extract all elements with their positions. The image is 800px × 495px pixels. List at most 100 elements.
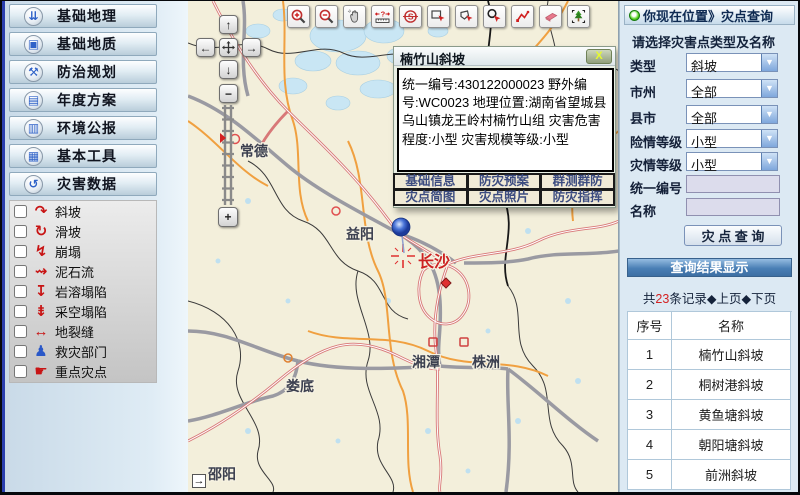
sidebar-item-basic-geography[interactable]: ⇊ 基础地理 xyxy=(9,4,157,28)
draw-line-button[interactable] xyxy=(511,5,534,28)
column-header-no: 序号 xyxy=(628,312,672,340)
layer-checkbox-karst-collapse[interactable] xyxy=(14,285,27,298)
layer-label: 泥石流 xyxy=(55,262,94,281)
table-row[interactable]: 2 桐树港斜坡 xyxy=(628,370,792,400)
popup-prevention-plan-button[interactable]: 防灾预案 xyxy=(467,173,542,190)
gis-application-window: ⇊ 基础地理 ▣ 基础地质 ⚒ 防治规划 ▤ 年度方案 ▥ 环境公报 ▦ 基本工… xyxy=(0,0,800,495)
name-input[interactable] xyxy=(686,198,780,216)
zoom-in-step-button[interactable]: + xyxy=(218,207,238,227)
county-select[interactable]: 全部 ▼ xyxy=(686,105,778,124)
popup-basic-info-button[interactable]: 基础信息 xyxy=(393,173,468,190)
zoom-out-button[interactable] xyxy=(315,5,338,28)
scale-circle-icon: S xyxy=(402,8,419,25)
eraser-button[interactable] xyxy=(539,5,562,28)
row-name: 朝阳塘斜坡 xyxy=(672,430,791,460)
zoom-out-step-button[interactable]: − xyxy=(219,84,238,103)
pan-button[interactable] xyxy=(343,5,366,28)
sidebar-item-label: 年度方案 xyxy=(57,90,117,110)
popup-command-button[interactable]: 防灾指挥 xyxy=(540,189,615,206)
panel-instruction: 请选择灾害点类型及名称 xyxy=(632,32,775,51)
full-extent-button[interactable] xyxy=(567,5,590,28)
table-row[interactable]: 5 前洲斜坡 xyxy=(628,460,792,490)
svg-text:?: ? xyxy=(381,9,386,18)
sidebar-item-basic-geology[interactable]: ▣ 基础地质 xyxy=(9,32,157,56)
sidebar-item-label: 防治规划 xyxy=(57,62,117,82)
arrow-up-icon: ↑ xyxy=(226,19,232,31)
sidebar-item-environment-bulletin[interactable]: ▥ 环境公报 xyxy=(9,116,157,140)
field-label-unified-id: 统一编号 xyxy=(630,178,684,197)
measure-distance-button[interactable]: ? xyxy=(371,5,394,28)
column-header-name: 名称 xyxy=(672,312,791,340)
query-panel: 你现在位置》 灾点查询 请选择灾害点类型及名称 类型 斜坡 ▼ 市州 全部 ▼ … xyxy=(619,1,798,492)
pan-left-button[interactable]: ← xyxy=(196,38,215,57)
table-row[interactable]: 1 楠竹山斜坡 xyxy=(628,340,792,370)
location-dot-icon xyxy=(629,10,640,21)
city-select[interactable]: 全部 ▼ xyxy=(686,79,778,98)
circle-select-button[interactable] xyxy=(483,5,506,28)
unified-id-input[interactable] xyxy=(686,175,780,193)
popup-site-photo-button[interactable]: 灾点照片 xyxy=(467,189,542,206)
sidebar-item-label: 灾害数据 xyxy=(57,174,117,194)
next-page-link[interactable]: ◆下页 xyxy=(741,292,776,306)
popup-group-monitoring-button[interactable]: 群测群防 xyxy=(540,173,615,190)
layer-list: ↷ 斜坡 ↻ 滑坡 ↯ 崩塌 ⇝ 泥石流 ↧ 岩溶塌陷 ⇟ 采空 xyxy=(9,200,157,383)
toolbox-icon: ▦ xyxy=(24,147,43,166)
layer-checkbox-slope[interactable] xyxy=(14,205,27,218)
sidebar-item-prevention-planning[interactable]: ⚒ 防治规划 xyxy=(9,60,157,84)
pan-up-button[interactable]: ↑ xyxy=(219,15,238,34)
layer-row-slope: ↷ 斜坡 xyxy=(10,201,156,221)
layer-checkbox-mining-collapse[interactable] xyxy=(14,305,27,318)
layer-checkbox-ground-fissure[interactable] xyxy=(14,325,27,338)
type-select[interactable]: 斜坡 ▼ xyxy=(686,53,778,72)
disaster-level-select[interactable]: 小型 ▼ xyxy=(686,152,778,171)
zoom-in-button[interactable] xyxy=(287,5,310,28)
record-count: 23 xyxy=(655,292,669,306)
arrow-down-icon: ↓ xyxy=(226,64,232,76)
scale-button[interactable]: S xyxy=(399,5,422,28)
mining-collapse-icon: ⇟ xyxy=(27,304,55,319)
chevron-down-icon: ▼ xyxy=(761,153,777,170)
arrow-left-icon: ← xyxy=(200,42,212,54)
slope-icon: ↷ xyxy=(27,204,55,219)
polygon-select-button[interactable] xyxy=(455,5,478,28)
pan-right-button[interactable]: → xyxy=(242,38,261,57)
pan-down-button[interactable]: ↓ xyxy=(219,60,238,79)
layer-label: 地裂缝 xyxy=(55,322,94,341)
layer-checkbox-collapse[interactable] xyxy=(14,245,27,258)
layer-checkbox-rescue-dept[interactable] xyxy=(14,345,27,358)
ground-fissure-icon: ↔ xyxy=(27,324,55,339)
breadcrumb-current: 灾点查询 xyxy=(721,6,773,25)
layer-label: 重点灾点 xyxy=(55,362,107,381)
table-row[interactable]: 4 朝阳塘斜坡 xyxy=(628,430,792,460)
risk-level-select[interactable]: 小型 ▼ xyxy=(686,129,778,148)
map-corner-arrow-button[interactable]: → xyxy=(192,474,206,488)
sidebar-item-annual-plan[interactable]: ▤ 年度方案 xyxy=(9,88,157,112)
layer-checkbox-debris-flow[interactable] xyxy=(14,265,27,278)
data-refresh-icon: ↺ xyxy=(24,175,43,194)
layer-row-rescue-dept: ♟ 救灾部门 xyxy=(10,341,156,361)
circle-select-icon xyxy=(486,8,503,25)
rect-select-button[interactable] xyxy=(427,5,450,28)
report-icon: ▥ xyxy=(24,119,43,138)
pan-center-button[interactable] xyxy=(219,38,238,57)
prev-page-link[interactable]: ◆上页 xyxy=(707,292,742,306)
layer-row-landslide: ↻ 滑坡 xyxy=(10,221,156,241)
popup-close-button[interactable]: X xyxy=(586,49,612,64)
popup-site-sketch-button[interactable]: 灾点简图 xyxy=(393,189,468,206)
layer-checkbox-key-disaster-point[interactable] xyxy=(14,365,27,378)
popup-title: 楠竹山斜坡 xyxy=(394,47,615,66)
disaster-query-button[interactable]: 灾 点 查 询 xyxy=(684,225,782,246)
layer-label: 岩溶塌陷 xyxy=(55,282,107,301)
polygon-select-icon xyxy=(458,8,475,25)
layer-checkbox-landslide[interactable] xyxy=(14,225,27,238)
map-canvas[interactable]: 常德 益阳 湘潭 株洲 娄底 邵阳 长沙 xyxy=(188,1,619,492)
sidebar-item-basic-tools[interactable]: ▦ 基本工具 xyxy=(9,144,157,168)
zoom-slider[interactable] xyxy=(220,105,236,205)
count-prefix: 共 xyxy=(643,292,656,306)
full-extent-tree-icon xyxy=(570,8,587,25)
sidebar-item-disaster-data[interactable]: ↺ 灾害数据 xyxy=(9,172,157,196)
table-row[interactable]: 3 黄鱼塘斜坡 xyxy=(628,400,792,430)
zoom-out-icon xyxy=(318,8,335,25)
rect-select-icon xyxy=(430,8,447,25)
results-header: 查询结果显示 xyxy=(627,258,792,277)
